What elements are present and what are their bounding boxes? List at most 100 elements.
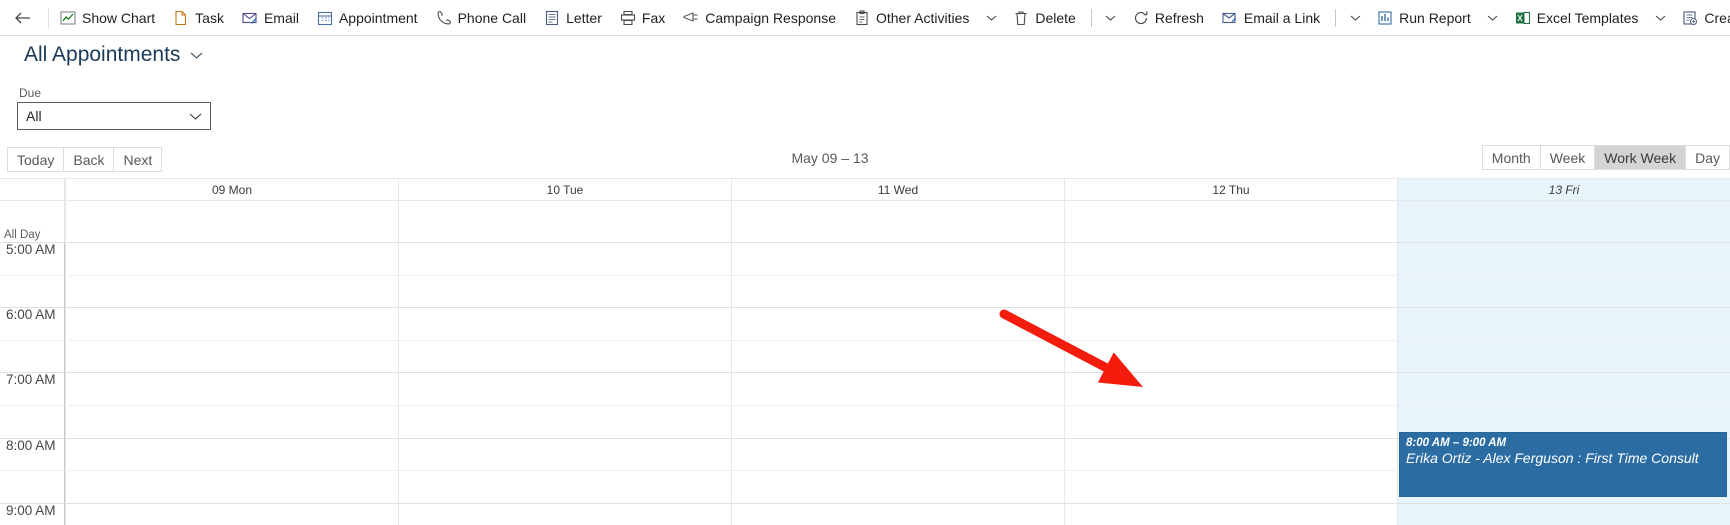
time-cell-2-3[interactable] xyxy=(1064,372,1397,405)
view-button-month[interactable]: Month xyxy=(1481,145,1541,170)
time-row-4-0: 9:00 AM xyxy=(0,502,1730,525)
time-cell-1-1[interactable] xyxy=(398,339,731,373)
chevron-down-icon[interactable] xyxy=(1342,0,1368,36)
chevron-down-icon[interactable] xyxy=(1098,0,1124,36)
page-title: All Appointments xyxy=(24,43,181,66)
day-header-3[interactable]: 12 Thu xyxy=(1064,179,1397,200)
time-cell-3-2[interactable] xyxy=(731,470,1064,503)
phone-icon xyxy=(436,10,452,26)
view-selector[interactable]: All Appointments xyxy=(24,43,203,67)
time-cell-1-2[interactable] xyxy=(731,339,1064,373)
time-cell-1-0[interactable] xyxy=(65,339,398,373)
time-cell-0-3[interactable] xyxy=(1064,242,1397,275)
time-cell-3-1[interactable] xyxy=(398,437,731,471)
command-other-activities[interactable]: Other Activities xyxy=(845,0,978,36)
time-cell-1-3[interactable] xyxy=(1064,339,1397,373)
time-cell-3-1[interactable] xyxy=(398,470,731,503)
time-cell-0-4[interactable] xyxy=(1397,242,1730,275)
command-create-view[interactable]: Create view xyxy=(1673,0,1730,36)
all-day-cell-4[interactable] xyxy=(1397,200,1730,242)
time-cell-2-0[interactable] xyxy=(65,404,398,438)
command-letter[interactable]: Letter xyxy=(535,0,611,36)
command-show-chart[interactable]: Show Chart xyxy=(51,0,164,36)
view-button-work-week[interactable]: Work Week xyxy=(1594,145,1687,170)
time-cell-4-0[interactable] xyxy=(65,502,398,525)
chevron-down-icon[interactable] xyxy=(190,51,203,60)
time-cell-2-1[interactable] xyxy=(398,404,731,438)
calendar-navigation: Today Back Next May 09 – 13 Month Week Wor… xyxy=(0,145,1730,173)
time-cell-1-4[interactable] xyxy=(1397,339,1730,373)
toolbar-divider xyxy=(1090,8,1092,27)
trash-icon xyxy=(1013,10,1029,26)
command-email[interactable]: Email xyxy=(233,0,308,36)
time-cell-0-3[interactable] xyxy=(1064,274,1397,308)
time-cell-4-2[interactable] xyxy=(731,502,1064,525)
time-cell-0-2[interactable] xyxy=(731,274,1064,308)
time-cell-0-4[interactable] xyxy=(1397,274,1730,308)
command-label: Delete xyxy=(1035,9,1076,26)
command-phone-call[interactable]: Phone Call xyxy=(427,0,536,36)
time-cell-1-0[interactable] xyxy=(65,307,398,340)
time-grid: 5:00 AM6:00 AM7:00 AM8:00 AM9:00 AM10:00… xyxy=(0,242,1730,525)
time-cell-2-0[interactable] xyxy=(65,372,398,405)
campaign-icon xyxy=(683,10,699,26)
view-button-day[interactable]: Day xyxy=(1685,145,1730,170)
time-cell-2-3[interactable] xyxy=(1064,404,1397,438)
view-button-week[interactable]: Week xyxy=(1539,145,1596,170)
chevron-down-icon[interactable] xyxy=(978,0,1004,36)
time-cell-0-1[interactable] xyxy=(398,242,731,275)
calendar-view-switcher: Month Week Work Week Day xyxy=(1481,145,1730,170)
chevron-down-icon[interactable] xyxy=(1647,0,1673,36)
all-day-cell-3[interactable] xyxy=(1064,200,1397,242)
command-fax[interactable]: Fax xyxy=(611,0,674,36)
command-label: Phone Call xyxy=(457,9,527,26)
time-cell-1-3[interactable] xyxy=(1064,307,1397,340)
time-cell-1-1[interactable] xyxy=(398,307,731,340)
time-cell-2-2[interactable] xyxy=(731,372,1064,405)
command-campaign-response[interactable]: Campaign Response xyxy=(674,0,845,36)
time-cell-3-3[interactable] xyxy=(1064,437,1397,471)
all-day-cell-2[interactable] xyxy=(731,200,1064,242)
chart-icon xyxy=(60,10,76,26)
time-cell-2-1[interactable] xyxy=(398,372,731,405)
appointment-subject: Erika Ortiz - Alex Ferguson : First Time… xyxy=(1406,449,1699,466)
command-excel-templates[interactable]: Excel Templates xyxy=(1506,0,1648,36)
all-day-cell-1[interactable] xyxy=(398,200,731,242)
time-cell-4-4[interactable] xyxy=(1397,502,1730,525)
command-label: Campaign Response xyxy=(705,9,836,26)
day-header-0[interactable]: 09 Mon xyxy=(65,179,398,200)
time-cell-4-3[interactable] xyxy=(1064,502,1397,525)
time-gutter-half xyxy=(0,274,65,308)
appointment-block[interactable]: 8:00 AM – 9:00 AM Erika Ortiz - Alex Ferg… xyxy=(1399,431,1727,497)
time-cell-1-2[interactable] xyxy=(731,307,1064,340)
time-cell-0-0[interactable] xyxy=(65,274,398,308)
time-cell-2-2[interactable] xyxy=(731,404,1064,438)
time-cell-0-1[interactable] xyxy=(398,274,731,308)
time-cell-1-4[interactable] xyxy=(1397,307,1730,340)
command-delete[interactable]: Delete xyxy=(1004,0,1084,36)
command-task[interactable]: Task xyxy=(164,0,233,36)
day-header-4[interactable]: 13 Fri xyxy=(1397,179,1730,200)
back-arrow-icon[interactable] xyxy=(0,0,46,36)
time-cell-0-0[interactable] xyxy=(65,242,398,275)
command-appointment[interactable]: Appointment xyxy=(308,0,427,36)
time-cell-4-1[interactable] xyxy=(398,502,731,525)
day-header-1[interactable]: 10 Tue xyxy=(398,179,731,200)
day-header-2[interactable]: 11 Wed xyxy=(731,179,1064,200)
time-label: 8:00 AM xyxy=(0,437,65,471)
time-gutter-half xyxy=(0,470,65,503)
all-day-cell-0[interactable] xyxy=(65,200,398,242)
time-cell-3-0[interactable] xyxy=(65,470,398,503)
time-cell-2-4[interactable] xyxy=(1397,372,1730,405)
command-bar: Show Chart Task Email Appointment Phone Call… xyxy=(0,0,1730,36)
time-cell-0-2[interactable] xyxy=(731,242,1064,275)
chevron-down-icon[interactable] xyxy=(1480,0,1506,36)
command-email-a-link[interactable]: Email a Link xyxy=(1213,0,1329,36)
command-run-report[interactable]: Run Report xyxy=(1368,0,1480,36)
command-label: Email a Link xyxy=(1243,9,1321,26)
time-cell-3-3[interactable] xyxy=(1064,470,1397,503)
due-filter-select[interactable]: All xyxy=(17,102,211,130)
time-cell-3-2[interactable] xyxy=(731,437,1064,471)
command-refresh[interactable]: Refresh xyxy=(1124,0,1213,36)
time-cell-3-0[interactable] xyxy=(65,437,398,471)
